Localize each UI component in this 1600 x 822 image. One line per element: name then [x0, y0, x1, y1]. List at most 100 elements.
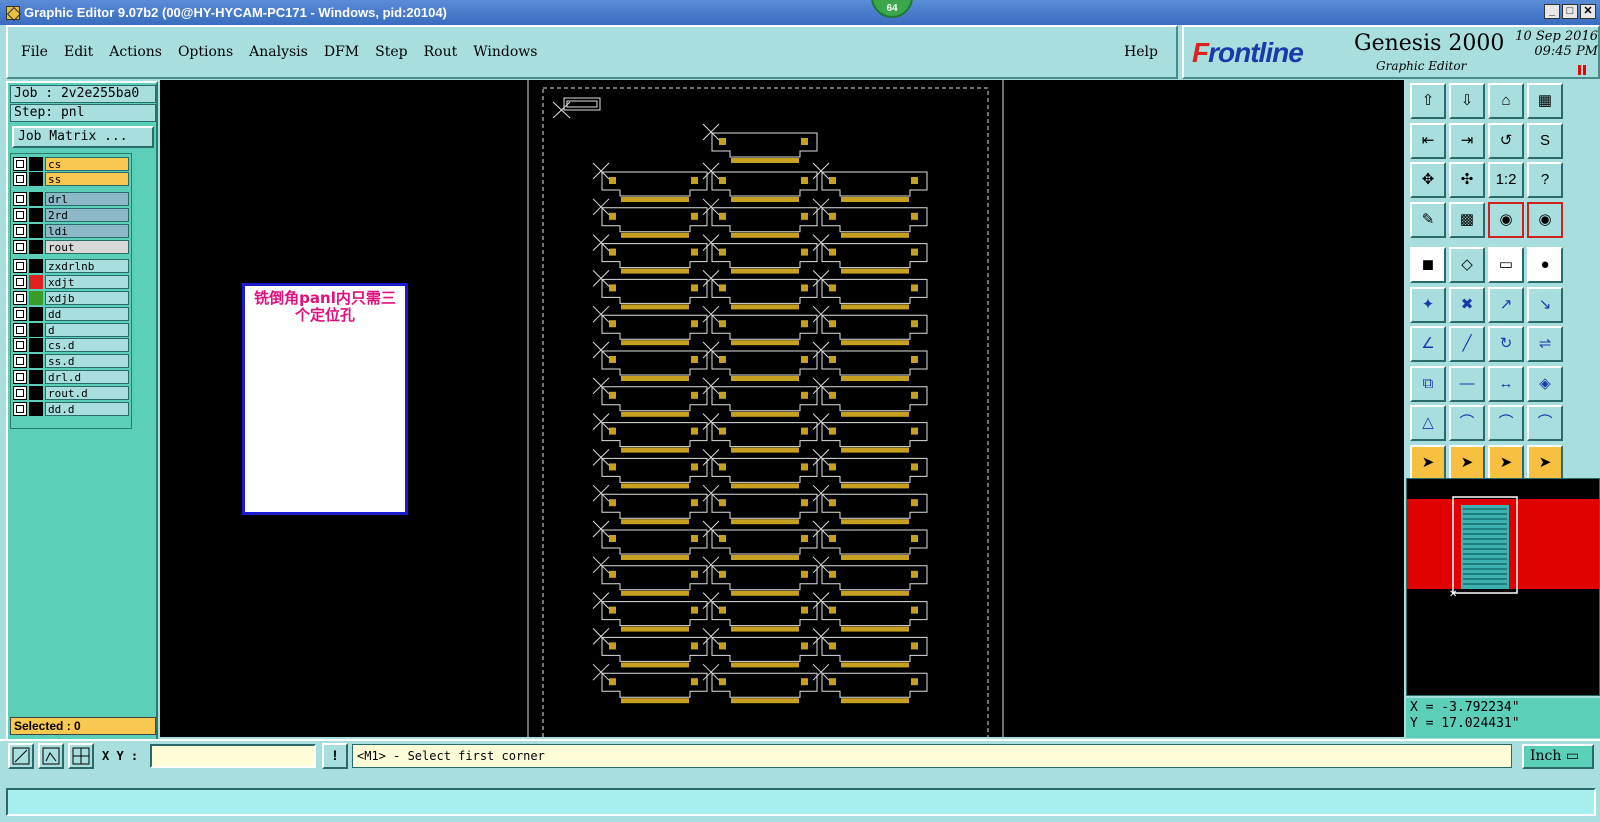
layer-row-xdjb[interactable]: xdjb: [13, 290, 129, 305]
layer-row-drl-d[interactable]: drl.d: [13, 369, 129, 384]
layer-checkbox[interactable]: [13, 322, 27, 337]
grid-icon[interactable]: [68, 743, 94, 769]
menu-dfm[interactable]: DFM: [324, 44, 359, 60]
layer-row-2rd[interactable]: 2rd: [13, 207, 129, 222]
rotate-icon[interactable]: ↻: [1488, 326, 1524, 362]
layer-checkbox[interactable]: [13, 239, 27, 254]
menu-options[interactable]: Options: [178, 44, 233, 60]
layer-checkbox[interactable]: [13, 156, 27, 171]
line-icon[interactable]: ∠: [1410, 326, 1446, 362]
pcb-pad: [801, 320, 808, 328]
snap-s-icon[interactable]: S: [1527, 122, 1563, 159]
status-bar: [6, 788, 1596, 816]
layer-checkbox[interactable]: [13, 369, 27, 384]
pcb-gold-strip: [621, 232, 689, 238]
layer-checkbox[interactable]: [13, 259, 27, 274]
step-left-icon[interactable]: ⇤: [1410, 122, 1446, 159]
layer-checkbox[interactable]: [13, 385, 27, 400]
layer-checkbox[interactable]: [13, 290, 27, 305]
units-select[interactable]: Inch ▭: [1522, 744, 1594, 769]
layer-row-zxdrlnb[interactable]: zxdrlnb: [13, 259, 129, 274]
cross-icon[interactable]: ✖: [1449, 286, 1485, 323]
xy-input[interactable]: [150, 744, 316, 768]
layer-row-cs[interactable]: cs: [13, 156, 129, 171]
layer-row-rout-d[interactable]: rout.d: [13, 385, 129, 400]
pad-icon[interactable]: ◈: [1527, 365, 1563, 402]
layer-red-alt-icon[interactable]: ◉: [1527, 201, 1563, 238]
window-icon[interactable]: ▦: [1527, 83, 1563, 119]
menu-help[interactable]: Help: [1124, 44, 1158, 60]
layer-checkbox[interactable]: [13, 306, 27, 321]
pcb-pad: [719, 320, 726, 328]
job-matrix-button[interactable]: Job Matrix ...: [12, 126, 154, 148]
zoom-fit-icon[interactable]: ✥: [1410, 162, 1446, 198]
layer-red-icon[interactable]: ◉: [1488, 201, 1524, 238]
layer-name: d: [45, 322, 129, 337]
layer-row-ldi[interactable]: ldi: [13, 223, 129, 238]
minimize-button[interactable]: _: [1544, 4, 1560, 19]
help-icon[interactable]: ?: [1527, 162, 1563, 198]
menu-actions[interactable]: Actions: [109, 44, 162, 60]
step-right-icon[interactable]: ⇥: [1449, 122, 1485, 159]
menu-edit[interactable]: Edit: [64, 44, 93, 60]
measure-icon[interactable]: ✎: [1410, 201, 1446, 238]
layer-row-cs-d[interactable]: cs.d: [13, 338, 129, 353]
menu-analysis[interactable]: Analysis: [249, 44, 308, 60]
ruler-icon[interactable]: ▭: [1488, 247, 1524, 283]
flip-icon[interactable]: ↺: [1488, 122, 1524, 159]
camera-icon[interactable]: ◼: [1410, 247, 1446, 283]
polygon-icon[interactable]: ◇: [1449, 247, 1485, 283]
layer-checkbox[interactable]: [13, 338, 27, 353]
overview-map[interactable]: ✕: [1406, 478, 1600, 696]
connect-icon[interactable]: ✦: [1410, 286, 1446, 323]
move-point-icon[interactable]: ↘: [1527, 286, 1563, 323]
menu-rout[interactable]: Rout: [424, 44, 458, 60]
pcb-pad: [719, 284, 726, 292]
layer-checkbox[interactable]: [13, 223, 27, 238]
close-button[interactable]: ✕: [1580, 4, 1596, 19]
menu-windows[interactable]: Windows: [473, 44, 537, 60]
triangle-icon[interactable]: △: [1410, 405, 1446, 441]
select-icon[interactable]: ➤: [1410, 444, 1446, 481]
arc-plus-icon[interactable]: ⌒: [1488, 405, 1524, 441]
layer-row-ss[interactable]: ss: [13, 172, 129, 187]
layer-row-ss-d[interactable]: ss.d: [13, 354, 129, 369]
dimension-icon[interactable]: ↔: [1488, 365, 1524, 402]
layer-checkbox[interactable]: [13, 401, 27, 416]
save-icon[interactable]: ⇩: [1449, 83, 1485, 119]
pan-icon[interactable]: ✣: [1449, 162, 1485, 198]
home-icon[interactable]: ⌂: [1488, 83, 1524, 119]
layer-row-dd-d[interactable]: dd.d: [13, 401, 129, 416]
circle-icon[interactable]: ●: [1527, 247, 1563, 283]
dash-line-icon[interactable]: —: [1449, 365, 1485, 402]
layer-checkbox[interactable]: [13, 207, 27, 222]
select-path-icon[interactable]: ➤: [1527, 444, 1563, 481]
select-box-icon[interactable]: ➤: [1449, 444, 1485, 481]
diagonal-icon[interactable]: ╱: [1449, 326, 1485, 362]
add-point-icon[interactable]: ↗: [1488, 286, 1524, 323]
copy-icon[interactable]: ⧉: [1410, 365, 1446, 402]
arc-icon[interactable]: ⌒: [1449, 405, 1485, 441]
layer-row-rout[interactable]: rout: [13, 239, 129, 254]
layer-color-swatch: [29, 259, 43, 274]
mirror-icon[interactable]: ⇌: [1527, 326, 1563, 362]
grid-view-icon[interactable]: ▩: [1449, 201, 1485, 238]
layer-row-xdjt[interactable]: xdjt: [13, 275, 129, 290]
select-circle-icon[interactable]: ➤: [1488, 444, 1524, 481]
layer-checkbox[interactable]: [13, 172, 27, 187]
menu-step[interactable]: Step: [375, 44, 407, 60]
exclamation-button[interactable]: !: [322, 743, 348, 769]
scale-1-2-icon[interactable]: 1:2: [1488, 162, 1524, 198]
zoom-area-icon[interactable]: [8, 743, 34, 769]
layer-row-drl[interactable]: drl: [13, 192, 129, 207]
layer-checkbox[interactable]: [13, 192, 27, 207]
layer-checkbox[interactable]: [13, 275, 27, 290]
arc-x-icon[interactable]: ⌒: [1527, 405, 1563, 441]
layer-row-dd[interactable]: dd: [13, 306, 129, 321]
menu-file[interactable]: File: [21, 44, 48, 60]
maximize-button[interactable]: □: [1562, 4, 1578, 19]
open-icon[interactable]: ⇧: [1410, 83, 1446, 119]
layer-checkbox[interactable]: [13, 354, 27, 369]
layer-row-d[interactable]: d: [13, 322, 129, 337]
snap-icon[interactable]: [38, 743, 64, 769]
